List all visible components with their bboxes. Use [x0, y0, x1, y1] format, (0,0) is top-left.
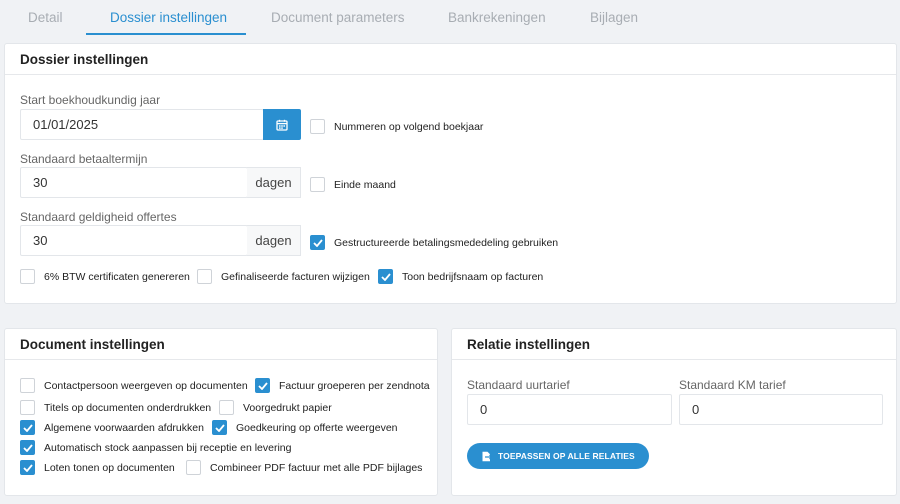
vat-certificates-checkbox[interactable]: 6% BTW certificaten genereren — [20, 269, 190, 284]
checkbox-label: Goedkeuring op offerte weergeven — [236, 421, 398, 434]
tab-bankrekeningen[interactable]: Bankrekeningen — [448, 10, 546, 25]
checkbox-box — [310, 119, 325, 134]
group-invoice-checkbox[interactable]: Factuur groeperen per zendnota — [255, 378, 430, 393]
calendar-button[interactable] — [263, 109, 301, 140]
tab-document-parameters[interactable]: Document parameters — [271, 10, 405, 25]
edit-finalized-invoices-checkbox[interactable]: Gefinaliseerde facturen wijzigen — [197, 269, 370, 284]
checkbox-box — [310, 235, 325, 250]
km-rate-label: Standaard KM tarief — [679, 378, 786, 392]
quote-validity-unit: dagen — [247, 225, 301, 256]
combine-pdf-checkbox[interactable]: Combineer PDF factuur met alle PDF bijla… — [186, 460, 422, 475]
quote-approval-checkbox[interactable]: Goedkeuring op offerte weergeven — [212, 420, 398, 435]
tab-bijlagen[interactable]: Bijlagen — [590, 10, 638, 25]
end-of-month-checkbox[interactable]: Einde maand — [310, 177, 396, 192]
start-year-label: Start boekhoudkundig jaar — [20, 93, 161, 107]
relatie-panel-title: Relatie instellingen — [452, 329, 896, 360]
check-icon — [22, 463, 33, 472]
show-company-name-checkbox[interactable]: Toon bedrijfsnaam op facturen — [378, 269, 543, 284]
document-panel-title: Document instellingen — [5, 329, 437, 360]
payment-term-label: Standaard betaaltermijn — [20, 152, 148, 166]
check-icon — [380, 272, 391, 281]
checkbox-label: 6% BTW certificaten genereren — [44, 270, 190, 283]
hourly-rate-input[interactable] — [467, 394, 672, 425]
show-lots-checkbox[interactable]: Loten tonen op documenten — [20, 460, 175, 475]
checkbox-box — [20, 378, 35, 393]
check-icon — [22, 443, 33, 452]
checkbox-box — [20, 269, 35, 284]
payment-term-unit: dagen — [247, 167, 301, 198]
checkbox-box — [186, 460, 201, 475]
checkbox-label: Combineer PDF factuur met alle PDF bijla… — [210, 461, 423, 474]
numbering-next-year-checkbox[interactable]: Nummeren op volgend boekjaar — [310, 119, 483, 134]
checkbox-box — [197, 269, 212, 284]
document-panel: Document instellingen Contactpersoon wee… — [4, 328, 438, 496]
tab-detail[interactable]: Detail — [28, 10, 63, 25]
checkbox-box — [20, 420, 35, 435]
checkbox-label: Toon bedrijfsnaam op facturen — [402, 270, 544, 283]
relatie-panel: Relatie instellingen Standaard uurtarief… — [451, 328, 897, 496]
checkbox-label: Contactpersoon weergeven op documenten — [44, 379, 248, 392]
checkbox-label: Loten tonen op documenten — [44, 461, 175, 474]
structured-payment-checkbox[interactable]: Gestructureerde betalingsmededeling gebr… — [310, 235, 558, 250]
active-tab-indicator — [86, 33, 246, 35]
checkbox-box — [255, 378, 270, 393]
calendar-icon — [276, 119, 288, 131]
checkbox-box — [310, 177, 325, 192]
checkbox-box — [212, 420, 227, 435]
apply-button-label: TOEPASSEN OP ALLE RELATIES — [498, 451, 635, 461]
checkbox-label: Voorgedrukt papier — [243, 401, 332, 414]
check-icon — [257, 381, 268, 390]
check-icon — [214, 423, 225, 432]
checkbox-label: Einde maand — [334, 178, 396, 191]
checkbox-box — [219, 400, 234, 415]
checkbox-box — [20, 400, 35, 415]
hourly-rate-label: Standaard uurtarief — [467, 378, 570, 392]
checkbox-label: Nummeren op volgend boekjaar — [334, 120, 484, 133]
apply-icon — [482, 451, 492, 461]
tab-bar: Detail Dossier instellingen Document par… — [0, 0, 900, 36]
checkbox-box — [378, 269, 393, 284]
suppress-titles-checkbox[interactable]: Titels op documenten onderdrukken — [20, 400, 211, 415]
checkbox-box — [20, 440, 35, 455]
checkbox-label: Automatisch stock aanpassen bij receptie… — [44, 441, 292, 454]
dossier-panel: Dossier instellingen Start boekhoudkundi… — [4, 43, 897, 304]
tab-dossier-instellingen[interactable]: Dossier instellingen — [110, 10, 227, 25]
check-icon — [22, 423, 33, 432]
checkbox-label: Gefinaliseerde facturen wijzigen — [221, 270, 370, 283]
payment-term-input[interactable] — [20, 167, 248, 198]
dossier-panel-title: Dossier instellingen — [5, 44, 896, 75]
checkbox-label: Titels op documenten onderdrukken — [44, 401, 212, 414]
quote-validity-label: Standaard geldigheid offertes — [20, 210, 177, 224]
contact-person-checkbox[interactable]: Contactpersoon weergeven op documenten — [20, 378, 248, 393]
start-year-input[interactable] — [20, 109, 264, 140]
apply-all-relations-button[interactable]: TOEPASSEN OP ALLE RELATIES — [467, 443, 649, 469]
preprinted-paper-checkbox[interactable]: Voorgedrukt papier — [219, 400, 332, 415]
km-rate-input[interactable] — [679, 394, 883, 425]
auto-stock-checkbox[interactable]: Automatisch stock aanpassen bij receptie… — [20, 440, 291, 455]
check-icon — [312, 238, 323, 247]
checkbox-label: Gestructureerde betalingsmededeling gebr… — [334, 236, 559, 249]
checkbox-box — [20, 460, 35, 475]
checkbox-label: Algemene voorwaarden afdrukken — [44, 421, 204, 434]
quote-validity-input[interactable] — [20, 225, 248, 256]
terms-conditions-checkbox[interactable]: Algemene voorwaarden afdrukken — [20, 420, 204, 435]
checkbox-label: Factuur groeperen per zendnota — [279, 379, 430, 392]
